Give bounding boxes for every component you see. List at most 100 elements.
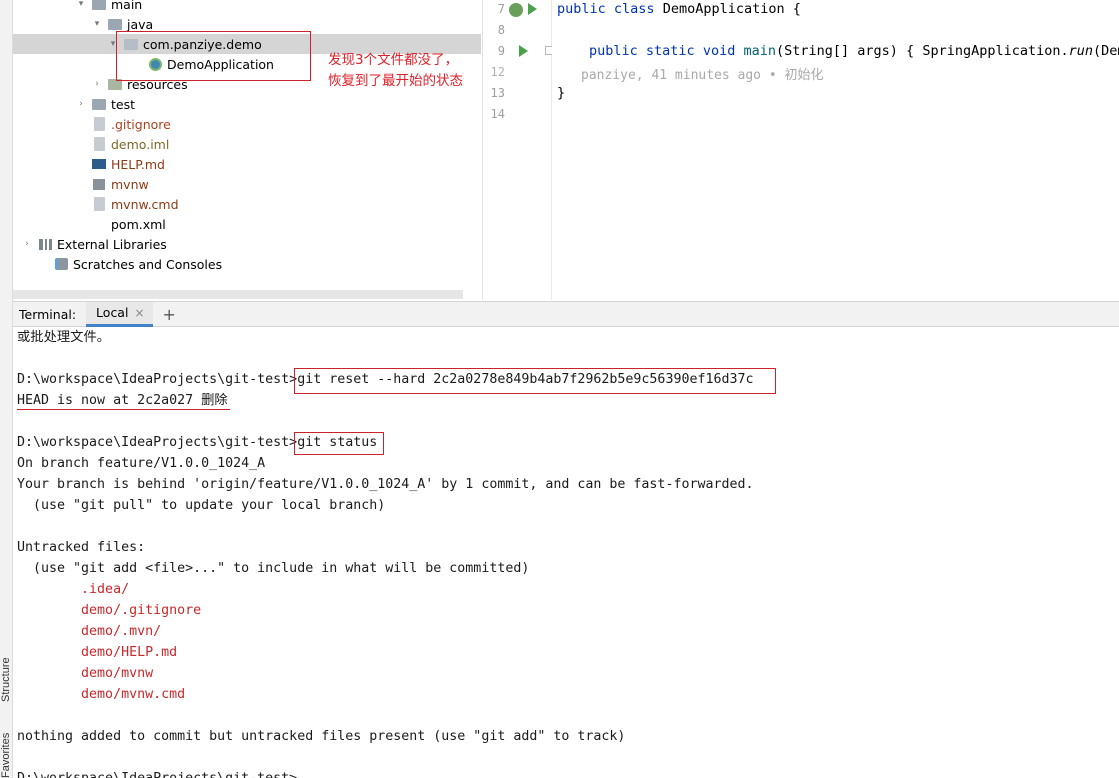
code-line-13: } xyxy=(557,85,566,101)
favorites-tab[interactable]: Favorites xyxy=(0,730,13,778)
folder-icon-glyph xyxy=(92,0,106,10)
line-number: 12 xyxy=(490,65,505,79)
tree-item[interactable]: mvnw.cmd xyxy=(13,194,481,214)
code-editor[interactable]: public class DemoApplication { public st… xyxy=(552,0,1119,300)
tree-item-label: main xyxy=(111,0,143,12)
maven-icon-glyph xyxy=(92,219,106,229)
terminal-file-icon xyxy=(91,176,107,192)
annotation-box-status-command xyxy=(294,432,384,455)
file-icon xyxy=(91,136,107,152)
method-call: run xyxy=(1068,43,1094,59)
tree-item[interactable]: › test xyxy=(13,94,481,114)
expand-arrow-icon[interactable]: › xyxy=(91,78,103,90)
maven-icon xyxy=(91,216,107,232)
structure-tab[interactable]: Structure xyxy=(0,642,13,702)
tree-item[interactable]: Scratches and Consoles xyxy=(13,254,481,274)
file-icon-glyph xyxy=(93,137,105,151)
expand-arrow-icon[interactable]: › xyxy=(21,238,33,250)
tree-item[interactable]: ▾ main xyxy=(13,0,481,14)
tree-item[interactable]: mvnw xyxy=(13,174,481,194)
terminal-line: Your branch is behind 'origin/feature/V1… xyxy=(17,477,754,492)
class-name: DemoApplication xyxy=(662,1,785,17)
annotation-line-1: 发现3个文件都没了， xyxy=(328,52,459,68)
folder-icon xyxy=(91,96,107,112)
terminal-line: D:\workspace\IdeaProjects\git-test> xyxy=(17,768,297,778)
annotation-note: 发现3个文件都没了， 恢复到了最开始的状态 xyxy=(328,50,463,92)
terminal-line: demo/mvnw xyxy=(17,666,154,681)
terminal-line: nothing added to commit but untracked fi… xyxy=(17,729,626,744)
scratches-icon xyxy=(53,256,69,272)
ide-window: Structure Favorites ▾ main ▾ java ▾ com.panzi… xyxy=(0,0,1119,778)
tree-item[interactable]: pom.xml xyxy=(13,214,481,234)
tree-item[interactable]: .gitignore xyxy=(13,114,481,134)
line-number: 13 xyxy=(490,86,505,100)
git-blame-annotation: panziye, 41 minutes ago • 初始化 xyxy=(581,68,824,83)
tab-local-label: Local xyxy=(96,305,129,320)
line-number: 7 xyxy=(497,2,505,16)
terminal-line: demo/HELP.md xyxy=(17,645,178,660)
file-icon-glyph xyxy=(93,117,105,131)
terminal-output[interactable]: 或批处理文件。 D:\workspace\IdeaProjects\git-tes… xyxy=(13,327,1119,778)
expand-arrow-icon[interactable]: ▾ xyxy=(75,0,87,10)
tree-item[interactable]: › External Libraries xyxy=(13,234,481,254)
close-icon[interactable]: × xyxy=(134,306,144,320)
terminal-line: Untracked files: xyxy=(17,540,146,555)
expand-arrow-icon[interactable]: › xyxy=(75,98,87,110)
line-number: 9 xyxy=(497,44,505,58)
file-icon xyxy=(91,116,107,132)
libraries-icon-glyph xyxy=(38,238,52,250)
file-icon-glyph xyxy=(93,197,105,211)
tree-item-label: test xyxy=(111,96,136,112)
file-icon xyxy=(91,196,107,212)
folder-icon xyxy=(91,0,107,12)
markdown-icon-glyph xyxy=(92,159,106,169)
tree-item-label: pom.xml xyxy=(111,216,166,232)
tab-local[interactable]: Local × xyxy=(86,301,153,327)
keyword: static xyxy=(645,43,695,59)
spring-bean-icon[interactable] xyxy=(509,3,523,17)
terminal-toolbar: Terminal: Local × + xyxy=(13,301,1119,327)
add-tab-icon[interactable]: + xyxy=(163,305,176,324)
code-line-7: public class DemoApplication { xyxy=(557,1,801,17)
terminal-line: On branch feature/V1.0.0_1024_A xyxy=(17,456,266,471)
editor-gutter: 7 8 9 12 13 14 xyxy=(482,0,554,300)
terminal-line: 或批处理文件。 xyxy=(17,330,111,345)
terminal-line: demo/mvnw.cmd xyxy=(17,687,186,702)
line-number: 8 xyxy=(497,23,505,37)
tree-item[interactable]: demo.iml xyxy=(13,134,481,154)
folder-icon-glyph xyxy=(108,18,122,30)
terminal-line: HEAD is now at 2c2a027 删除 xyxy=(17,393,228,408)
terminal-title: Terminal: xyxy=(19,306,77,322)
tree-item[interactable]: HELP.md xyxy=(13,154,481,174)
terminal-file-icon-glyph xyxy=(93,178,105,190)
scratches-icon-glyph xyxy=(54,258,68,270)
tree-item-label: .gitignore xyxy=(111,116,171,132)
keyword: public xyxy=(557,1,606,17)
keyword: void xyxy=(702,43,736,59)
method-name: main xyxy=(743,43,777,59)
terminal-line: demo/.gitignore xyxy=(17,603,202,618)
code-text: (String[] args) { SpringApplication. xyxy=(776,43,1069,59)
tree-item-label: java xyxy=(127,16,154,32)
terminal-line: demo/.mvn/ xyxy=(17,624,162,639)
horizontal-scrollbar[interactable] xyxy=(13,290,463,299)
run-main-icon[interactable] xyxy=(519,45,528,57)
code-text: { xyxy=(784,1,801,17)
libraries-icon xyxy=(37,236,53,252)
code-text: (Demo xyxy=(1093,43,1119,59)
terminal-line: (use "git pull" to update your local bra… xyxy=(17,498,386,513)
markdown-icon xyxy=(91,156,107,172)
annotation-underline xyxy=(17,409,230,410)
tree-item-label: HELP.md xyxy=(111,156,165,172)
keyword: public xyxy=(589,43,638,59)
tree-item-label: External Libraries xyxy=(57,236,167,252)
tree-item-label: Scratches and Consoles xyxy=(73,256,223,272)
annotation-box-reset-command xyxy=(294,368,776,394)
run-class-icon[interactable] xyxy=(528,3,537,15)
expand-arrow-icon[interactable]: ▾ xyxy=(91,18,103,30)
